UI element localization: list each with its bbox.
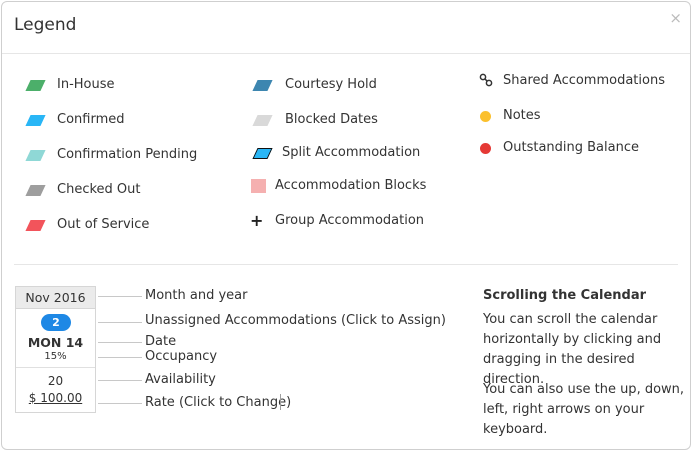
link-icon	[479, 73, 493, 87]
legend-in-house: In-House	[57, 77, 115, 92]
outstanding-balance-dot	[480, 143, 491, 154]
callout-line-date	[98, 342, 142, 343]
callout-line-rate	[98, 403, 142, 404]
confirmation-pending-swatch	[25, 150, 46, 161]
callout-month-year: Month and year	[145, 288, 248, 303]
legend-notes: Notes	[503, 108, 541, 123]
legend-shared-accommodations: Shared Accommodations	[503, 73, 665, 88]
blocked-dates-swatch	[252, 115, 273, 126]
callout-line-occupancy	[98, 357, 142, 358]
legend-group-accommodation: Group Accommodation	[275, 213, 425, 228]
rate-link[interactable]: $ 100.00	[16, 391, 95, 405]
in-house-swatch	[25, 80, 46, 91]
section-divider	[14, 264, 678, 265]
accommodation-blocks-swatch	[251, 179, 266, 193]
callout-line-availability	[98, 380, 142, 381]
split-accommodation-swatch	[252, 148, 273, 159]
date-label: MON 14	[27, 335, 84, 350]
cell-separator	[16, 367, 95, 368]
modal-header: Legend ×	[2, 2, 690, 54]
unassigned-badge[interactable]: 2	[41, 314, 71, 331]
text-cursor	[280, 394, 281, 410]
courtesy-hold-swatch	[252, 80, 273, 91]
callout-occupancy: Occupancy	[145, 349, 218, 364]
legend-courtesy-hold: Courtesy Hold	[285, 77, 377, 92]
legend-confirmed: Confirmed	[57, 112, 125, 127]
checked-out-swatch	[25, 185, 46, 196]
sample-calendar-cell: Nov 2016 2 MON 14 15% 20 $ 100.00	[15, 286, 96, 413]
legend-split-accommodation: Split Accommodation	[282, 145, 421, 160]
close-icon[interactable]: ×	[669, 9, 682, 27]
legend-accommodation-blocks: Accommodation Blocks	[275, 178, 427, 193]
scrolling-paragraph-1: You can scroll the calendar horizontally…	[483, 312, 662, 387]
legend-outstanding-balance: Outstanding Balance	[503, 140, 639, 155]
modal-title: Legend	[14, 15, 77, 35]
callout-line-unassigned	[98, 322, 142, 323]
plus-icon: +	[250, 211, 264, 230]
legend-blocked-dates: Blocked Dates	[285, 112, 378, 127]
legend-checked-out: Checked Out	[57, 182, 141, 197]
callout-unassigned: Unassigned Accommodations (Click to Assi…	[145, 313, 446, 328]
legend-confirmation-pending: Confirmation Pending	[57, 147, 198, 162]
occupancy-label: 15%	[44, 351, 67, 362]
out-of-service-swatch	[25, 220, 46, 231]
callout-line-month	[98, 296, 142, 297]
legend-out-of-service: Out of Service	[57, 217, 150, 232]
notes-dot	[480, 111, 491, 122]
callout-rate: Rate (Click to Change)	[145, 395, 292, 410]
confirmed-swatch	[25, 115, 46, 126]
scrolling-paragraph-2: You can also use the up, down, left, rig…	[483, 382, 685, 437]
scrolling-heading: Scrolling the Calendar	[483, 288, 647, 303]
callout-date: Date	[145, 334, 177, 349]
availability-label: 20	[47, 374, 64, 388]
callout-availability: Availability	[145, 372, 216, 387]
month-year-header: Nov 2016	[16, 287, 95, 309]
legend-modal: Legend × In-House Confirmed Confirmation…	[1, 1, 691, 450]
